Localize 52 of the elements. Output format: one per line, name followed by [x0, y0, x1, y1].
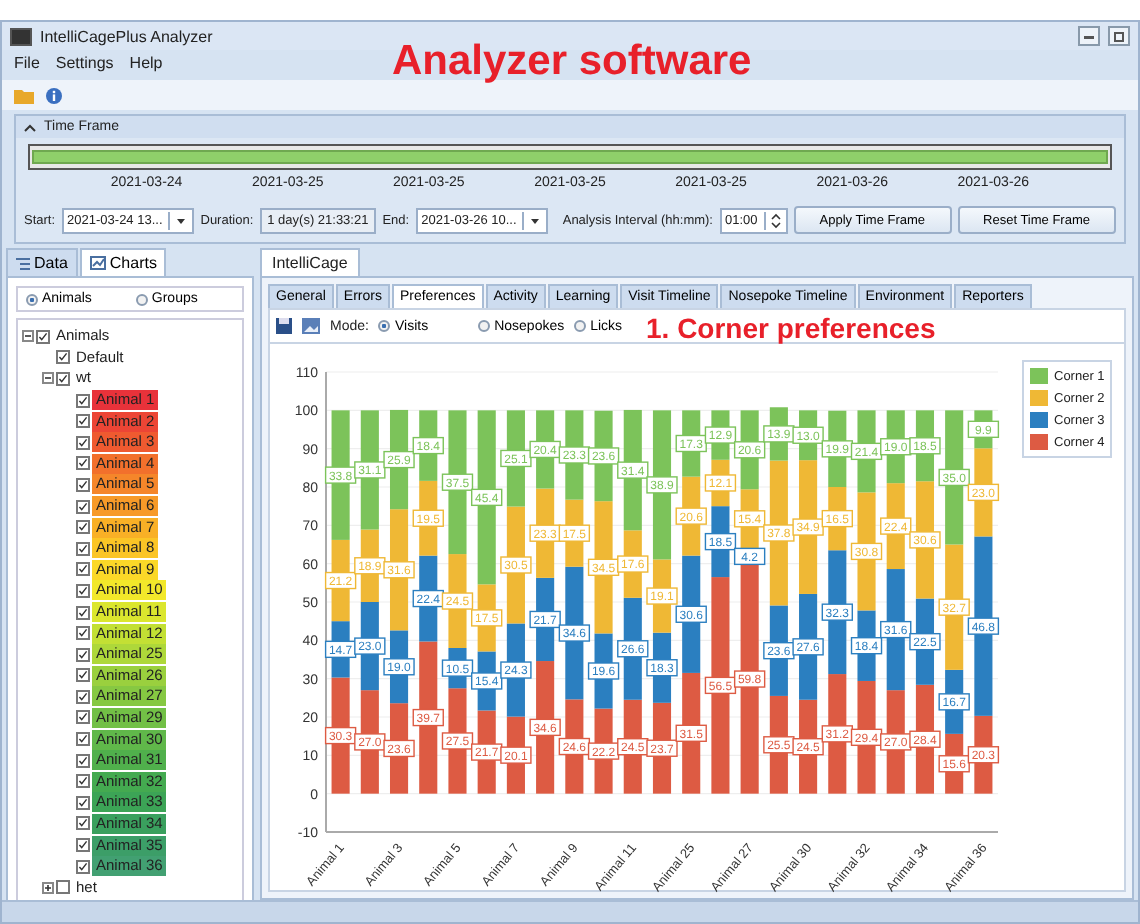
checkbox[interactable] — [36, 329, 50, 344]
checkbox[interactable] — [76, 626, 90, 641]
checkbox[interactable] — [76, 541, 90, 556]
checkbox[interactable] — [76, 859, 90, 874]
checkbox[interactable] — [76, 605, 90, 620]
checkbox[interactable] — [76, 562, 90, 577]
checkbox[interactable] — [76, 689, 90, 704]
window-title: IntelliCagePlus Analyzer — [40, 27, 215, 45]
checkbox[interactable] — [76, 477, 90, 492]
checkbox[interactable] — [76, 816, 90, 831]
main-tab[interactable]: IntelliCage — [260, 248, 360, 276]
checkbox[interactable] — [76, 647, 90, 662]
panel-tab[interactable]: Charts — [79, 248, 167, 276]
dropdown-icon[interactable] — [168, 211, 189, 229]
checkbox[interactable] — [76, 435, 90, 450]
chart-caption: 1. Corner preferences — [646, 312, 936, 344]
expand-icon[interactable] — [42, 881, 54, 894]
heading: Analyzer software — [392, 38, 752, 86]
checkbox[interactable] — [76, 583, 90, 598]
checkbox[interactable] — [76, 456, 90, 471]
minimize-icon[interactable] — [1078, 26, 1100, 46]
collapse-icon[interactable] — [22, 330, 34, 343]
image-icon[interactable] — [302, 318, 320, 334]
checkbox[interactable] — [56, 880, 70, 895]
checkbox[interactable] — [76, 795, 90, 810]
checkbox[interactable] — [76, 393, 90, 408]
chart-icon — [89, 256, 106, 270]
menu-item[interactable]: File — [14, 54, 40, 76]
save-icon[interactable] — [276, 318, 292, 334]
chevron-icon[interactable] — [24, 123, 36, 131]
checkbox[interactable] — [76, 414, 90, 429]
checkbox[interactable] — [76, 520, 90, 535]
collapse-icon[interactable] — [42, 372, 54, 385]
checkbox[interactable] — [56, 371, 70, 386]
info-icon[interactable] — [46, 87, 62, 103]
checkbox[interactable] — [56, 350, 70, 365]
checkbox[interactable] — [76, 753, 90, 768]
checkbox[interactable] — [76, 732, 90, 747]
menu-item[interactable]: Settings — [55, 54, 114, 76]
checkbox[interactable] — [76, 710, 90, 725]
maximize-icon[interactable] — [1108, 26, 1130, 46]
dropdown-icon[interactable] — [522, 211, 543, 229]
menu-item[interactable]: Help — [129, 54, 163, 76]
spinner-icon[interactable] — [763, 211, 782, 229]
list-icon — [16, 257, 30, 269]
checkbox[interactable] — [76, 499, 90, 514]
app-icon — [10, 27, 32, 45]
checkbox[interactable] — [76, 838, 90, 853]
checkbox[interactable] — [76, 668, 90, 683]
checkbox[interactable] — [76, 774, 90, 789]
time-range-slider[interactable] — [28, 144, 1112, 170]
panel-tab[interactable]: Data — [6, 248, 78, 276]
